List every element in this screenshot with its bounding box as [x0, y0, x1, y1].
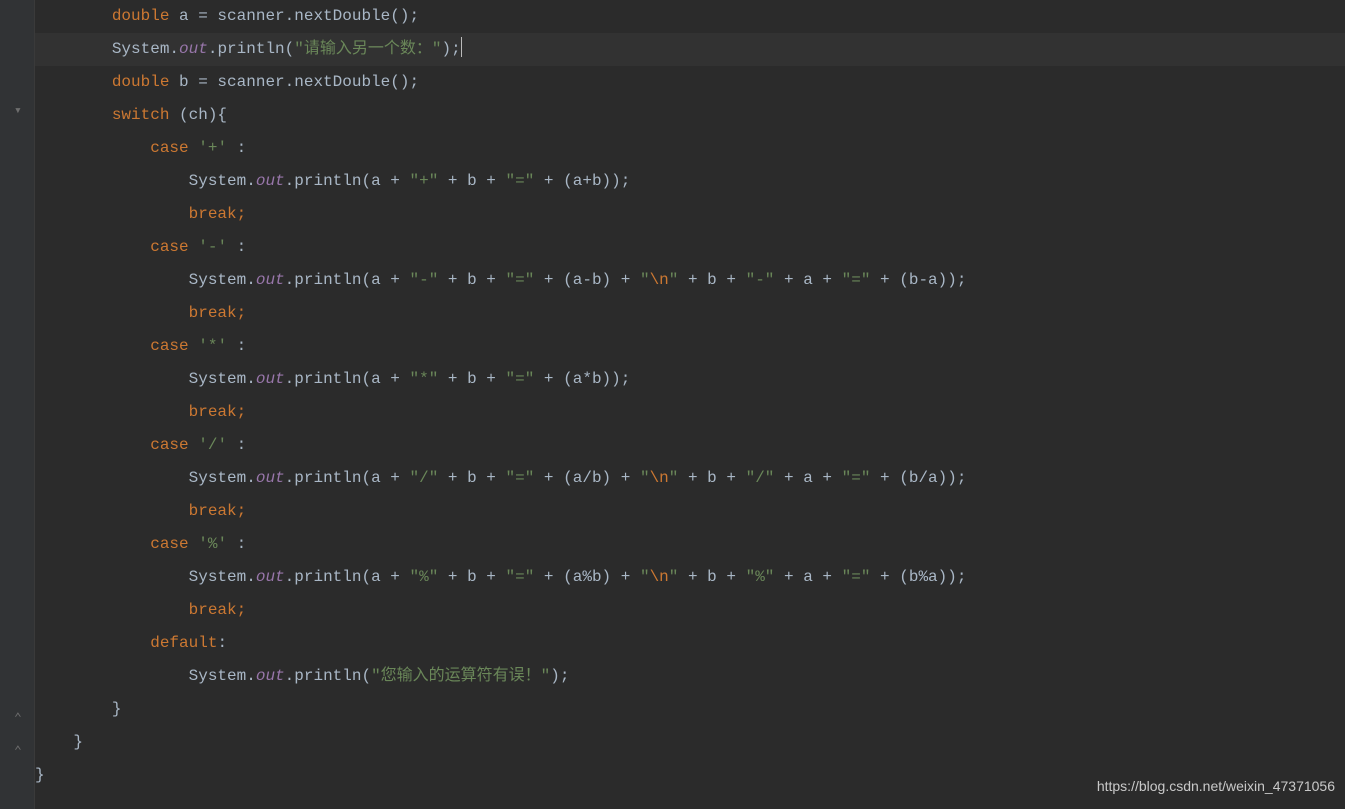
string-literal: "请输入另一个数：": [294, 40, 441, 58]
keyword-break: break;: [189, 205, 247, 223]
code-line: case '*' :: [35, 330, 1345, 363]
keyword-break: break;: [189, 502, 247, 520]
code-line: System.out.println("您输入的运算符有误！");: [35, 660, 1345, 693]
escape-seq: \n: [650, 469, 669, 487]
static-out: out: [256, 172, 285, 190]
keyword-case: case: [150, 139, 198, 157]
code-line: break;: [35, 594, 1345, 627]
keyword-case: case: [150, 337, 198, 355]
fold-end-icon[interactable]: ⌃: [14, 747, 24, 757]
escape-seq: \n: [650, 271, 669, 289]
static-out: out: [256, 271, 285, 289]
code-line: break;: [35, 495, 1345, 528]
char-literal: '*': [198, 337, 227, 355]
code-line: System.out.println(a + "+" + b + "=" + (…: [35, 165, 1345, 198]
char-literal: '+': [198, 139, 227, 157]
code-editor[interactable]: double a = scanner.nextDouble(); System.…: [35, 0, 1345, 792]
keyword-double: double: [112, 7, 170, 25]
code-line: default:: [35, 627, 1345, 660]
code-line: case '+' :: [35, 132, 1345, 165]
code-line: System.out.println(a + "/" + b + "=" + (…: [35, 462, 1345, 495]
static-out: out: [256, 469, 285, 487]
code-line: break;: [35, 297, 1345, 330]
keyword-break: break;: [189, 403, 247, 421]
static-out: out: [256, 568, 285, 586]
keyword-break: break;: [189, 304, 247, 322]
code-line-current: System.out.println("请输入另一个数：");: [35, 33, 1345, 66]
text-caret: [461, 37, 462, 57]
code-line: break;: [35, 396, 1345, 429]
char-literal: '%': [198, 535, 227, 553]
static-out: out: [256, 370, 285, 388]
keyword-double: double: [112, 73, 170, 91]
escape-seq: \n: [650, 568, 669, 586]
code-line: case '%' :: [35, 528, 1345, 561]
code-line: switch (ch){: [35, 99, 1345, 132]
code-line: double b = scanner.nextDouble();: [35, 66, 1345, 99]
char-literal: '/': [198, 436, 227, 454]
code-line: System.out.println(a + "-" + b + "=" + (…: [35, 264, 1345, 297]
static-out: out: [179, 40, 208, 58]
code-line: case '/' :: [35, 429, 1345, 462]
keyword-case: case: [150, 535, 198, 553]
char-literal: '-': [198, 238, 227, 256]
code-line: break;: [35, 198, 1345, 231]
watermark: https://blog.csdn.net/weixin_47371056: [1097, 770, 1335, 803]
keyword-default: default: [150, 634, 217, 652]
static-out: out: [256, 667, 285, 685]
fold-end-icon[interactable]: ⌃: [14, 714, 24, 724]
code-line: }: [35, 726, 1345, 759]
fold-icon[interactable]: ▾: [14, 106, 24, 116]
code-line: case '-' :: [35, 231, 1345, 264]
code-line: System.out.println(a + "*" + b + "=" + (…: [35, 363, 1345, 396]
string-literal: "您输入的运算符有误！": [371, 667, 550, 685]
keyword-case: case: [150, 238, 198, 256]
code-line: double a = scanner.nextDouble();: [35, 0, 1345, 33]
keyword-break: break;: [189, 601, 247, 619]
code-line: }: [35, 693, 1345, 726]
keyword-switch: switch: [112, 106, 170, 124]
editor-gutter: ▾ ⌃ ⌃: [0, 0, 35, 809]
code-line: System.out.println(a + "%" + b + "=" + (…: [35, 561, 1345, 594]
keyword-case: case: [150, 436, 198, 454]
